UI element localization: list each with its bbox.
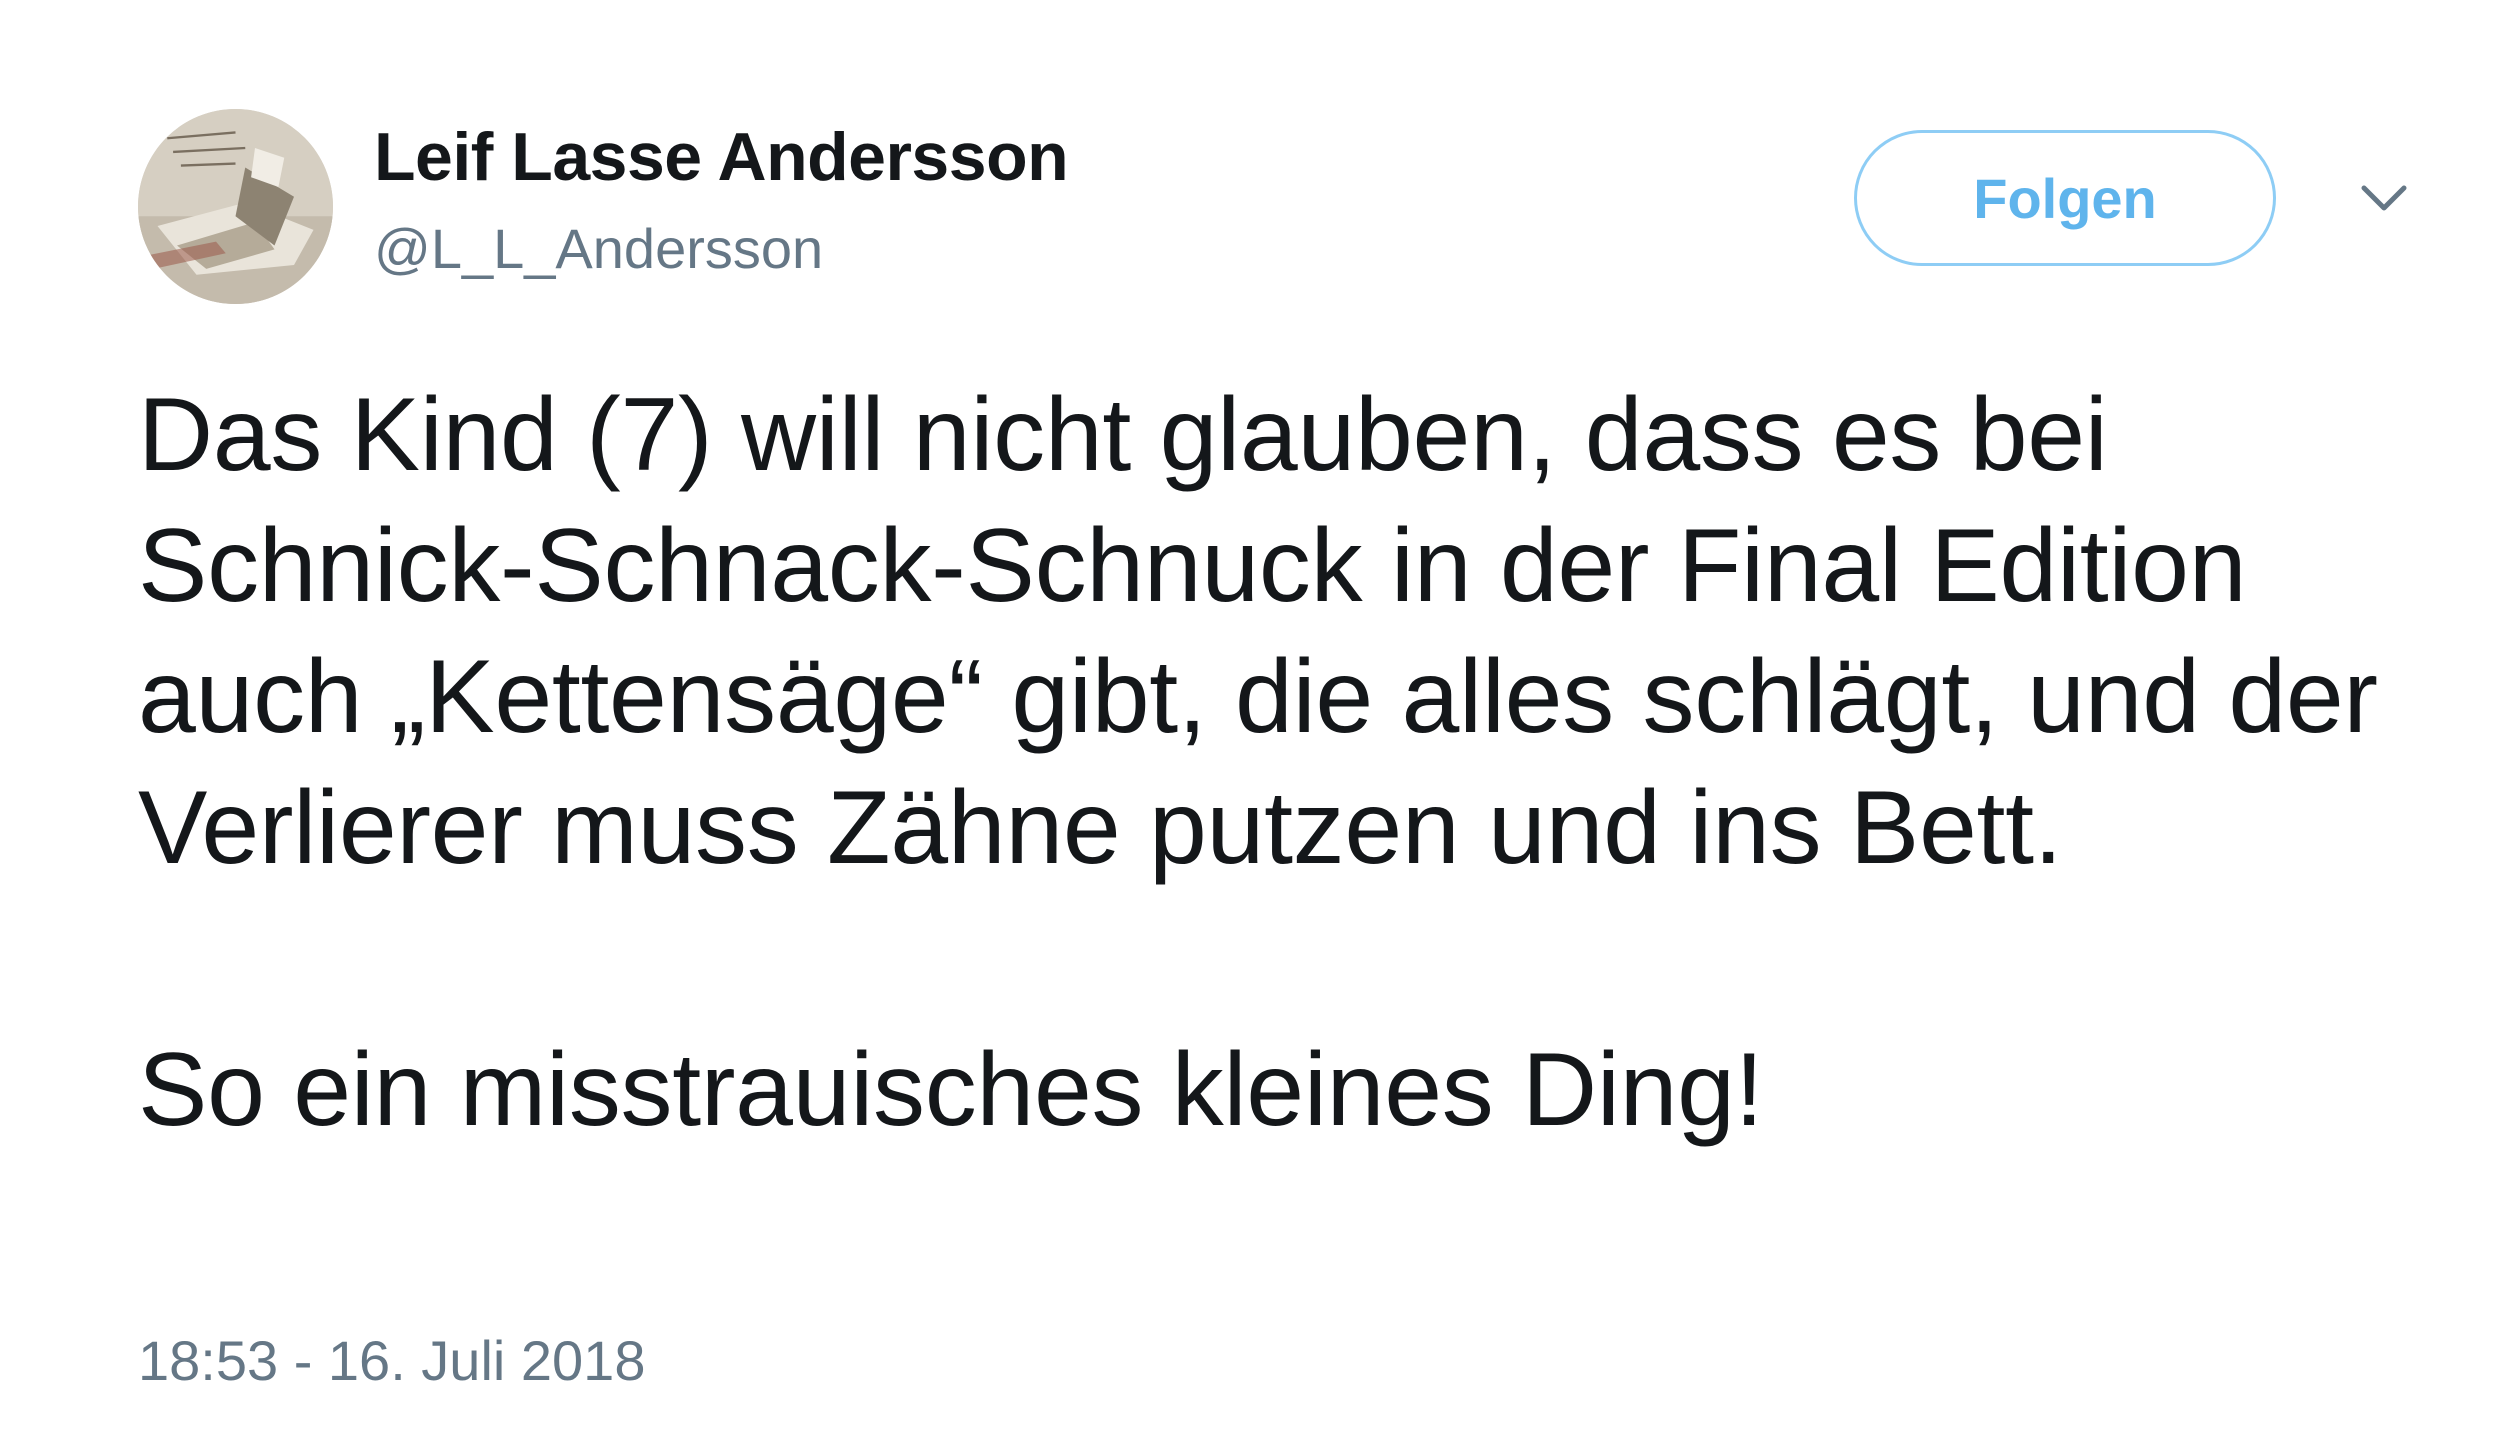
display-name[interactable]: Leif Lasse Andersson: [374, 118, 1069, 196]
tweet-timestamp[interactable]: 18:53 - 16. Juli 2018: [138, 1328, 645, 1393]
user-handle[interactable]: @L_L_Andersson: [374, 216, 823, 281]
chevron-down-icon[interactable]: [2356, 178, 2412, 218]
avatar-image: [138, 109, 333, 304]
follow-button[interactable]: Folgen: [1854, 130, 2276, 266]
tweet-paragraph: Das Kind (7) will nicht glauben, dass es…: [138, 377, 2378, 886]
tweet-paragraph: So ein misstrauisches kleines Ding!: [138, 1032, 1764, 1148]
tweet-text: Das Kind (7) will nicht glauben, dass es…: [138, 370, 2468, 1156]
avatar[interactable]: [138, 109, 333, 304]
tweet-card: Leif Lasse Andersson @L_L_Andersson Folg…: [0, 0, 2500, 1440]
